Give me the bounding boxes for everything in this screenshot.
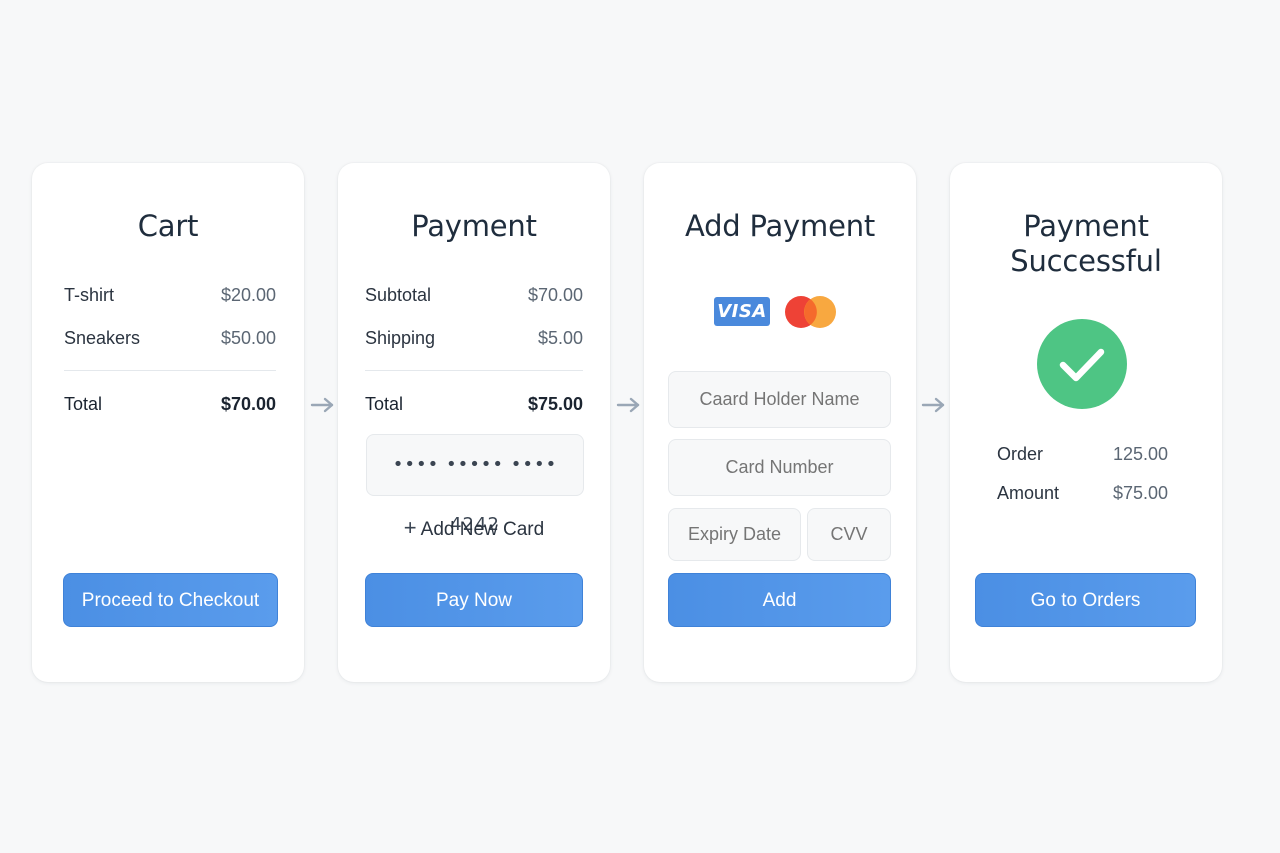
cart-item-label: T-shirt: [64, 285, 115, 305]
amount-row: Amount $75.00: [997, 482, 1168, 504]
add-payment-title: Add Payment: [684, 209, 876, 243]
payment-summary-row: Subtotal $70.00: [365, 284, 583, 306]
shipping-label: Shipping: [365, 328, 436, 348]
pay-now-button[interactable]: Pay Now: [365, 573, 583, 627]
order-value: 125.00: [1112, 444, 1168, 464]
cart-total-row: Total $70.00: [64, 393, 276, 415]
payment-divider: [365, 370, 583, 371]
order-label: Order: [997, 444, 1044, 464]
arrow-right-icon: [921, 397, 945, 413]
success-title-line: Successful: [1010, 244, 1162, 278]
payment-card: Payment Subtotal $70.00 Shipping $5.00 T…: [338, 163, 610, 682]
shipping-value: $5.00: [537, 328, 583, 348]
cart-title: Cart: [137, 209, 199, 243]
add-new-card-link[interactable]: + Add New Card: [338, 515, 610, 541]
cart-item-row: T-shirt $20.00: [64, 284, 276, 306]
mastercard-icon: [785, 296, 836, 328]
cvv-field[interactable]: [807, 508, 891, 561]
cart-total-value: $70.00: [220, 394, 276, 414]
checkmark-icon: [1037, 319, 1127, 409]
add-new-card-label: Add New Card: [420, 519, 545, 540]
cart-card: Cart T-shirt $20.00 Sneakers $50.00 Tota…: [32, 163, 304, 682]
cart-divider: [64, 370, 276, 371]
plus-icon: +: [403, 515, 417, 540]
arrow-right-icon: [310, 397, 334, 413]
expiry-date-field[interactable]: [668, 508, 801, 561]
arrow-right-icon: [616, 397, 640, 413]
payment-total-label: Total: [365, 394, 404, 414]
payment-success-card: Payment Successful Order 125.00 Amount $…: [950, 163, 1222, 682]
card-number-field[interactable]: [668, 439, 891, 496]
saved-card-option[interactable]: •••• ••••• •••• 4242: [366, 434, 584, 535]
payment-summary-row: Shipping $5.00: [365, 327, 583, 349]
success-title: Payment Successful: [950, 209, 1222, 279]
order-row: Order 125.00: [997, 443, 1168, 465]
cart-item-row: Sneakers $50.00: [64, 327, 276, 349]
subtotal-value: $70.00: [527, 285, 583, 305]
proceed-to-checkout-button[interactable]: Proceed to Checkout: [63, 573, 278, 627]
add-payment-card: Add Payment VISA Add: [644, 163, 916, 682]
go-to-orders-button[interactable]: Go to Orders: [975, 573, 1196, 627]
cardholder-name-field[interactable]: [668, 371, 891, 428]
cart-total-label: Total: [64, 394, 103, 414]
cart-item-price: $20.00: [220, 285, 276, 305]
cart-item-label: Sneakers: [64, 328, 141, 348]
payment-total-value: $75.00: [527, 394, 583, 414]
payment-total-row: Total $75.00: [365, 393, 583, 415]
visa-logo: VISA: [714, 297, 770, 326]
success-title-line: Payment: [1023, 209, 1149, 243]
cart-item-price: $50.00: [220, 328, 276, 348]
payment-title: Payment: [411, 209, 537, 243]
add-card-button[interactable]: Add: [668, 573, 891, 627]
amount-value: $75.00: [1112, 483, 1168, 503]
amount-label: Amount: [997, 483, 1060, 503]
subtotal-label: Subtotal: [365, 285, 432, 305]
